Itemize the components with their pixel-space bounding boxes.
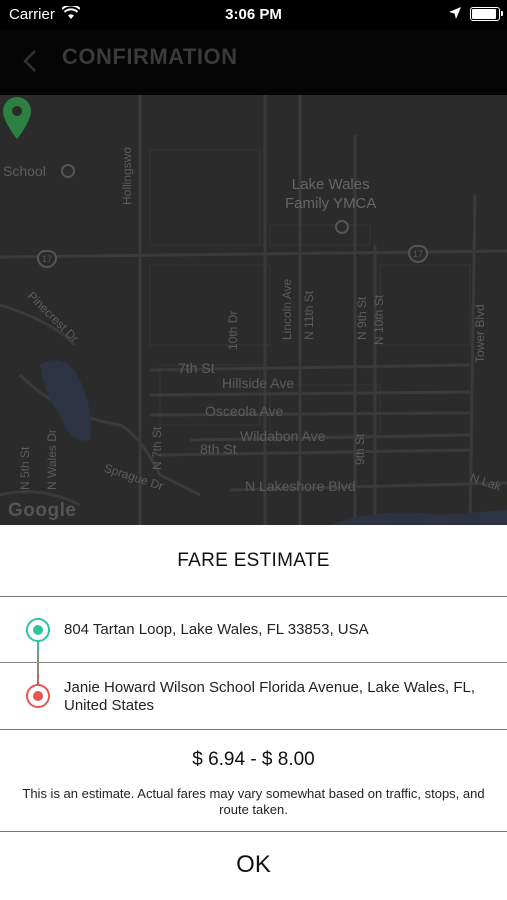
battery-icon <box>470 7 503 21</box>
map-label-n7th: N 7th St <box>150 426 164 470</box>
chevron-left-icon <box>23 50 36 72</box>
ok-button[interactable]: OK <box>0 832 507 898</box>
map-label-8th: 8th St <box>200 441 237 457</box>
pickup-address: 804 Tartan Loop, Lake Wales, FL 33853, U… <box>64 620 369 638</box>
map-label-n11th: N 11th St <box>302 290 316 340</box>
map-label-n10th: N 10th St <box>372 294 386 345</box>
navigation-bar: CONFIRMATION <box>0 30 507 95</box>
ymca-poi-icon <box>335 220 349 234</box>
map-label-n-wales: N Wales Dr <box>45 429 59 490</box>
map-label-n5th: N 5th St <box>18 446 32 490</box>
school-poi-icon <box>61 164 75 178</box>
map-label-tower: Tower Blvd <box>473 304 487 363</box>
fare-estimate-sheet: FARE ESTIMATE 804 Tartan Loop, Lake Wale… <box>0 525 507 900</box>
back-button[interactable] <box>16 46 46 76</box>
map-streets <box>0 95 507 525</box>
route-summary: 804 Tartan Loop, Lake Wales, FL 33853, U… <box>0 597 507 730</box>
map-label-ymca: Lake Wales Family YMCA <box>285 176 377 212</box>
map-label-lakeshore: N Lakeshore Blvd <box>245 478 356 494</box>
map-label-school: School <box>3 163 46 179</box>
map-label-osceola: Osceola Ave <box>205 403 284 419</box>
dropoff-marker-icon <box>26 684 50 708</box>
map-label-9th: 9th St <box>353 433 367 465</box>
pickup-marker-icon <box>26 618 50 642</box>
fare-estimate-title: FARE ESTIMATE <box>0 525 507 597</box>
fare-disclaimer: This is an estimate. Actual fares may va… <box>22 786 485 817</box>
map-label-7th: 7th St <box>178 360 215 376</box>
map-label-n9th-top: N 9th St <box>355 296 369 340</box>
location-arrow-icon <box>448 6 462 24</box>
fare-summary: $ 6.94 - $ 8.00 This is an estimate. Act… <box>0 730 507 832</box>
destination-pin-icon <box>3 97 31 139</box>
fare-range: $ 6.94 - $ 8.00 <box>192 749 315 770</box>
dropoff-row: Janie Howard Wilson School Florida Avenu… <box>0 663 507 730</box>
map-label-10th-dr: 10th Dr <box>226 310 240 350</box>
status-bar: Carrier 3:06 PM <box>0 0 507 30</box>
map-label-lincoln: Lincoln Ave <box>280 278 294 340</box>
map-label-hillside: Hillside Ave <box>222 375 295 391</box>
google-logo: Google <box>8 500 77 521</box>
pickup-row: 804 Tartan Loop, Lake Wales, FL 33853, U… <box>0 597 507 663</box>
page-title: CONFIRMATION <box>62 44 238 69</box>
map-label-hollingsworth: Hollingswo <box>120 146 134 205</box>
status-time: 3:06 PM <box>225 6 282 23</box>
map-view[interactable]: School Lake Wales Family YMCA Hollingswo… <box>0 95 507 525</box>
map-label-wildabon: Wildabon Ave <box>240 428 326 444</box>
dropoff-address: Janie Howard Wilson School Florida Avenu… <box>64 678 476 714</box>
